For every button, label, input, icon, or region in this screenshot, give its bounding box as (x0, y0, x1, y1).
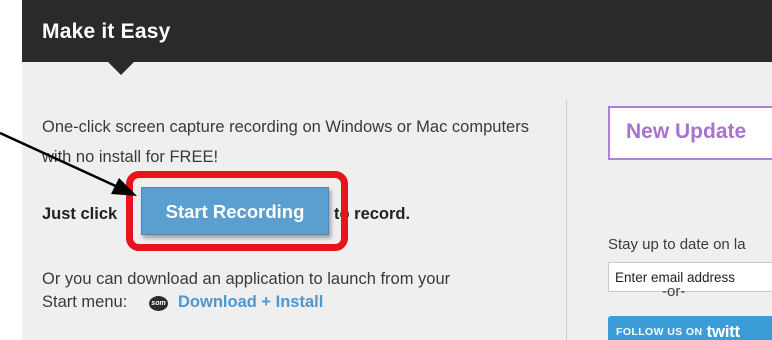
column-divider (566, 100, 567, 340)
som-logo-icon: som (149, 296, 168, 311)
section-title: Make it Easy (42, 20, 171, 43)
new-update-box[interactable]: New Update (608, 106, 772, 160)
email-input[interactable] (608, 262, 772, 292)
or-separator: -or- (662, 283, 686, 300)
download-install-link[interactable]: Download + Install (178, 293, 323, 312)
stay-up-to-date-text: Stay up to date on la (608, 236, 746, 253)
download-description: Or you can download an application to la… (42, 270, 451, 288)
just-click-text: Just click (42, 205, 118, 223)
feature-description: One-click screen capture recording on Wi… (42, 118, 529, 166)
new-update-label: New Update (626, 120, 747, 143)
start-menu-label: Start menu: (42, 293, 128, 311)
twitter-wordmark: twitt (706, 322, 740, 340)
follow-twitter-button[interactable]: FOLLOW US ON twitt (608, 316, 772, 340)
red-highlight-box (126, 171, 348, 251)
page-stage: Make it Easy One-click screen capture re… (0, 0, 772, 340)
follow-us-label: FOLLOW US ON (616, 326, 703, 338)
header-pointer-notch (108, 62, 134, 75)
